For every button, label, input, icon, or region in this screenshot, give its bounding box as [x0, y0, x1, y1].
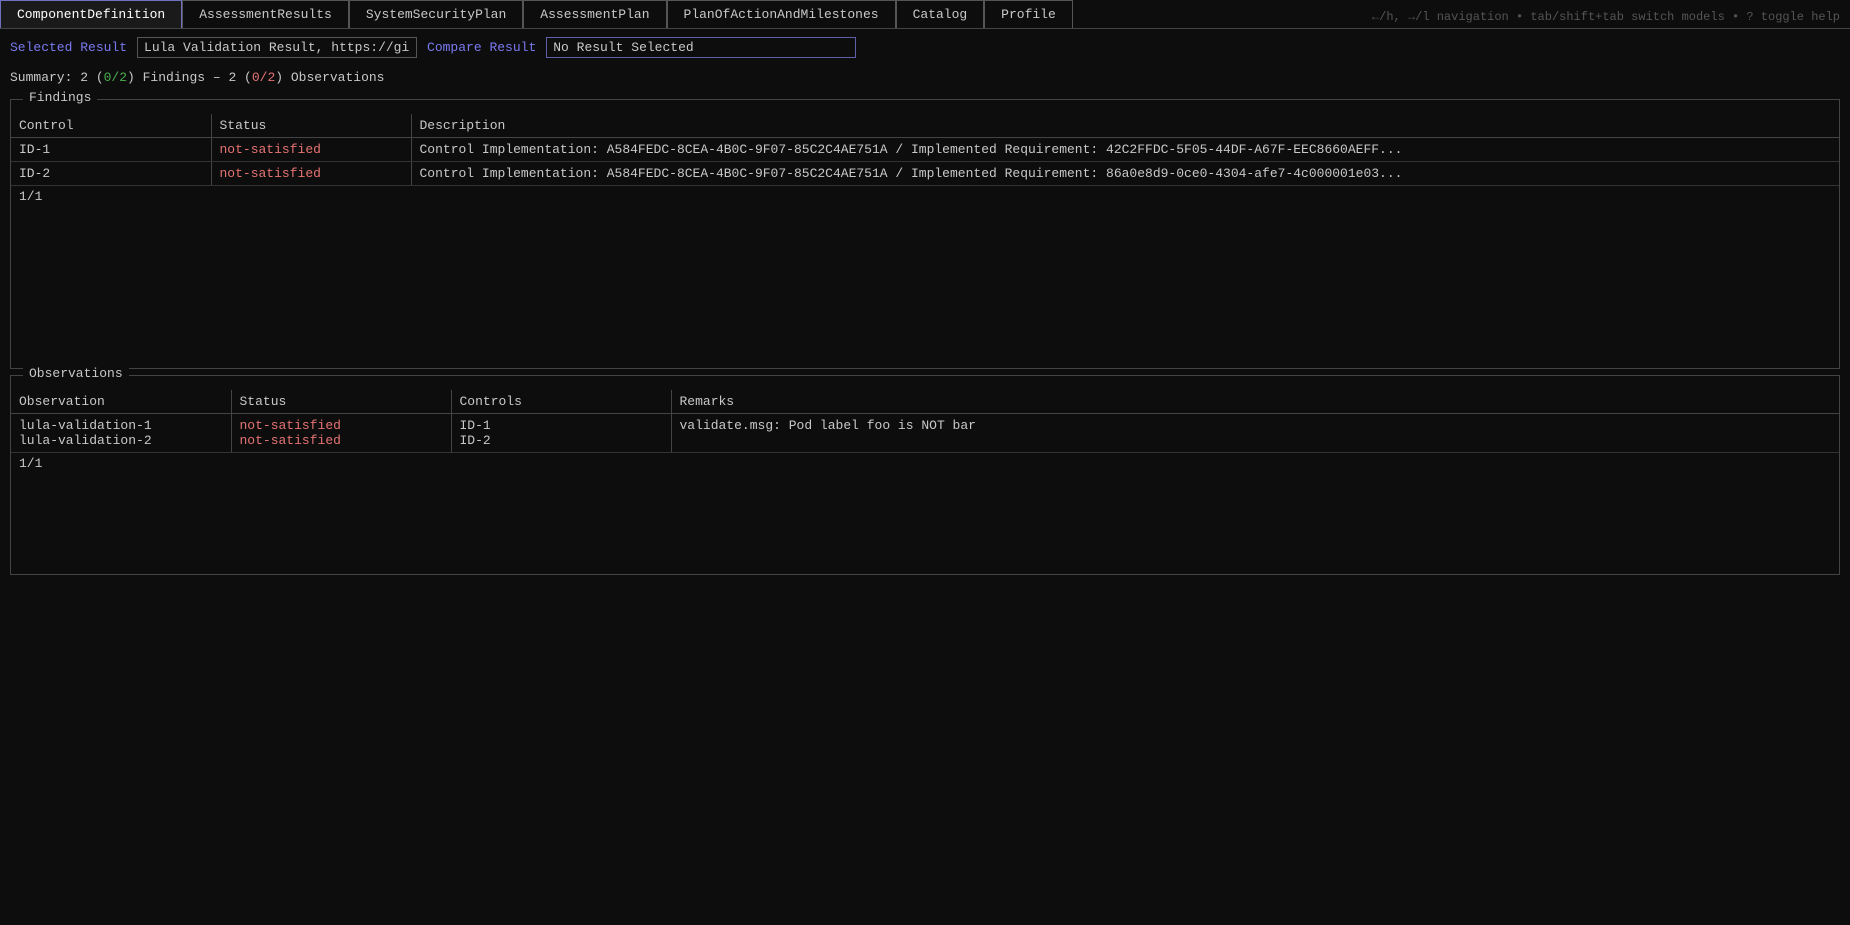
findings-row1-status: not-satisfied	[211, 138, 411, 162]
observations-pagination-row: 1/1	[11, 453, 1839, 475]
observations-table: Observation Status Controls Remarks lula…	[11, 390, 1839, 474]
selected-result-input[interactable]	[137, 37, 417, 58]
findings-panel: Findings Control Status Description ID-1…	[10, 99, 1840, 369]
tab-catalog[interactable]: Catalog	[896, 0, 985, 28]
observations-label: Observations	[23, 366, 129, 381]
tab-component-definition[interactable]: ComponentDefinition	[0, 0, 182, 28]
tab-profile[interactable]: Profile	[984, 0, 1073, 28]
observations-content: Observation Status Controls Remarks lula…	[11, 376, 1839, 474]
observations-tbody: lula-validation-1 lula-validation-2 not-…	[11, 414, 1839, 475]
findings-pagination: 1/1	[11, 186, 1839, 208]
compare-result-input[interactable]	[546, 37, 856, 58]
findings-row1-description: Control Implementation: A584FEDC-8CEA-4B…	[411, 138, 1839, 162]
help-text: ←/h, →/l navigation • tab/shift+tab swit…	[1372, 10, 1840, 24]
tab-system-security-plan[interactable]: SystemSecurityPlan	[349, 0, 523, 28]
findings-row2-control: ID-2	[11, 162, 211, 186]
summary-red: 0/2	[252, 70, 275, 85]
findings-label: Findings	[23, 90, 97, 105]
summary-line: Summary: 2 (0/2) Findings – 2 (0/2) Obse…	[0, 66, 1850, 93]
tab-assessment-results[interactable]: AssessmentResults	[182, 0, 349, 28]
obs-row1-controls: ID-1 ID-2	[451, 414, 671, 453]
findings-row1-control: ID-1	[11, 138, 211, 162]
findings-row2-description: Control Implementation: A584FEDC-8CEA-4B…	[411, 162, 1839, 186]
tab-plan-of-action-and-milestones[interactable]: PlanOfActionAndMilestones	[667, 0, 896, 28]
compare-result-label: Compare Result	[427, 40, 536, 55]
tab-assessment-plan[interactable]: AssessmentPlan	[523, 0, 666, 28]
obs-col-status: Status	[231, 390, 451, 414]
findings-header-row: Control Status Description	[11, 114, 1839, 138]
findings-pagination-row: 1/1	[11, 186, 1839, 208]
obs-row1-observation: lula-validation-1 lula-validation-2	[11, 414, 231, 453]
findings-col-description: Description	[411, 114, 1839, 138]
obs-row1-status: not-satisfied not-satisfied	[231, 414, 451, 453]
observations-header-row: Observation Status Controls Remarks	[11, 390, 1839, 414]
table-row[interactable]: ID-2 not-satisfied Control Implementatio…	[11, 162, 1839, 186]
obs-row1-remarks: validate.msg: Pod label foo is NOT bar	[671, 414, 1839, 453]
obs-col-observation: Observation	[11, 390, 231, 414]
findings-table: Control Status Description ID-1 not-sati…	[11, 114, 1839, 207]
findings-col-status: Status	[211, 114, 411, 138]
summary-suffix: ) Observations	[275, 70, 384, 85]
summary-prefix: Summary: 2 (	[10, 70, 104, 85]
observations-panel: Observations Observation Status Controls…	[10, 375, 1840, 575]
observations-pagination: 1/1	[11, 453, 1839, 475]
table-row[interactable]: ID-1 not-satisfied Control Implementatio…	[11, 138, 1839, 162]
findings-row2-status: not-satisfied	[211, 162, 411, 186]
table-row[interactable]: lula-validation-1 lula-validation-2 not-…	[11, 414, 1839, 453]
findings-content: Control Status Description ID-1 not-sati…	[11, 100, 1839, 207]
summary-middle: ) Findings – 2 (	[127, 70, 252, 85]
obs-col-remarks: Remarks	[671, 390, 1839, 414]
selected-result-label: Selected Result	[10, 40, 127, 55]
summary-green: 0/2	[104, 70, 127, 85]
findings-tbody: ID-1 not-satisfied Control Implementatio…	[11, 138, 1839, 208]
obs-col-controls: Controls	[451, 390, 671, 414]
findings-col-control: Control	[11, 114, 211, 138]
selected-result-row: Selected Result Compare Result	[0, 29, 1850, 66]
